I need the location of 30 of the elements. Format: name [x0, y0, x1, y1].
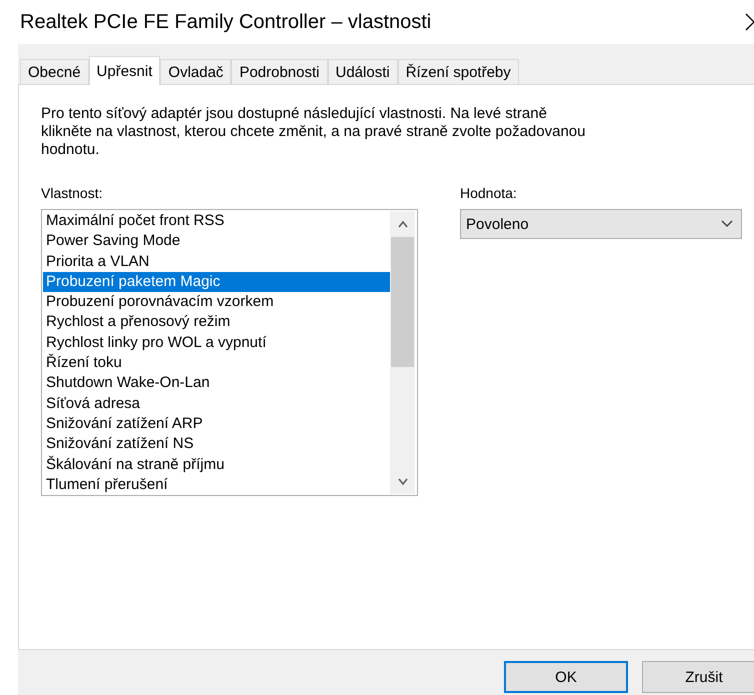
list-item[interactable]: Shutdown Wake-On-Lan: [43, 373, 390, 394]
list-item[interactable]: Priorita a VLAN: [43, 252, 390, 272]
list-item[interactable]: Maximální počet front RSS: [43, 211, 390, 232]
list-item[interactable]: Škálování na straně příjmu: [43, 454, 390, 475]
tab[interactable]: Řízení spotřeby: [398, 59, 519, 84]
tab[interactable]: Podrobnosti: [231, 59, 328, 84]
list-item[interactable]: Tlumení přerušení: [43, 474, 390, 496]
chevron-down-icon: [721, 220, 733, 228]
list-item[interactable]: Řízení toku: [43, 353, 390, 374]
list-item[interactable]: Probuzení porovnávacím vzorkem: [43, 292, 390, 312]
window-title: Realtek PCIe FE Family Controller – vlastnosti: [20, 10, 432, 34]
list-item[interactable]: Snižování zatížení NS: [43, 434, 390, 455]
tab[interactable]: Události: [328, 59, 398, 84]
value-dropdown[interactable]: Povoleno: [460, 209, 742, 239]
tab[interactable]: Ovladač: [160, 59, 232, 84]
list-item[interactable]: Síťová adresa: [43, 394, 390, 414]
list-item[interactable]: Rychlost a přenosový režim: [43, 312, 390, 333]
tab[interactable]: Obecné: [20, 59, 89, 84]
list-item[interactable]: Rychlost linky pro WOL a vypnutí: [43, 332, 390, 354]
tab[interactable]: Upřesnit: [88, 56, 160, 85]
value-label: Hodnota:: [460, 185, 518, 201]
scrollbar[interactable]: [390, 211, 415, 494]
scroll-thumb[interactable]: [391, 237, 414, 367]
description-text: Pro tento síťový adaptér jsou dostupné následující vlastnosti. Na levé straně klikněte na vlastnost, kterou chcete změnit, a na pravé straně zvolte požadovanou hodnotu.: [41, 105, 586, 159]
ok-button[interactable]: OK: [504, 661, 628, 693]
property-label: Vlastnost:: [41, 185, 104, 201]
list-item[interactable]: Snižování zatížení ARP: [43, 414, 390, 434]
list-item[interactable]: Power Saving Mode: [43, 231, 390, 252]
cancel-button[interactable]: Zrušit: [642, 661, 754, 693]
list-item[interactable]: Probuzení paketem Magic: [43, 272, 390, 292]
